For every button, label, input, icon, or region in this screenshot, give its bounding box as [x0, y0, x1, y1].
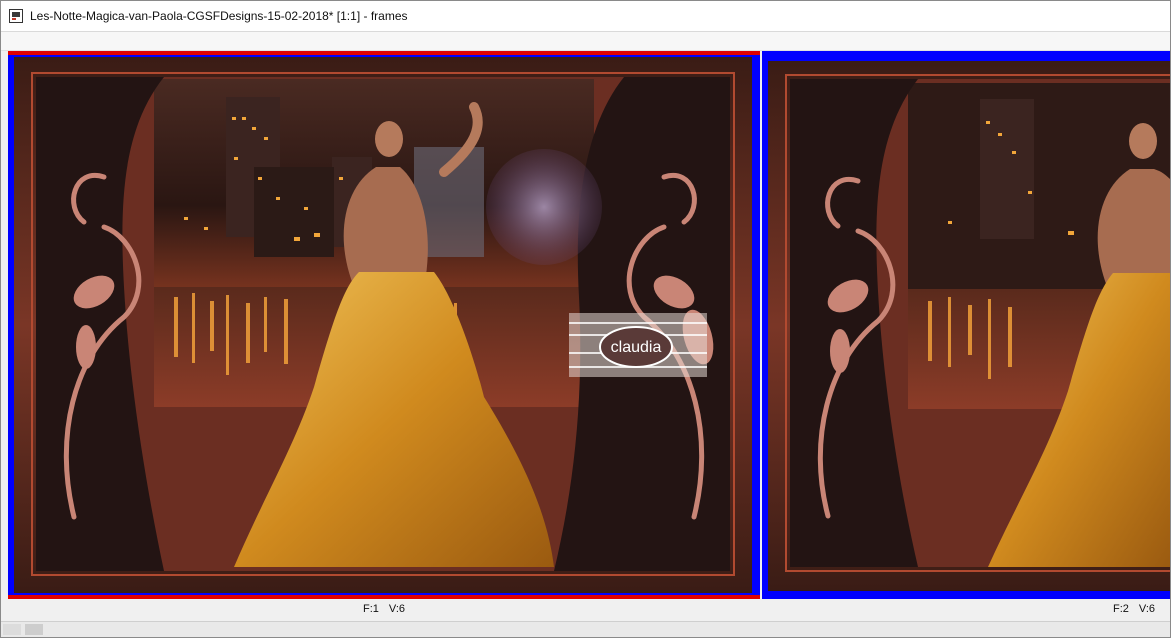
frame-1-image: claudia	[14, 57, 752, 593]
frame-1[interactable]: claudia	[8, 51, 760, 599]
frame-1-status: F:1 V:6	[363, 603, 415, 615]
frame-2-image	[768, 61, 1170, 591]
frame-2-artwork	[768, 61, 1170, 591]
watermark-logo: claudia	[569, 313, 707, 377]
frames-view: claudia	[8, 51, 1170, 599]
horizontal-scrollbar[interactable]	[1, 621, 1170, 637]
frame-2-label: F:2	[1113, 603, 1129, 615]
window-title: Les-Notte-Magica-van-Paola-CGSFDesigns-1…	[30, 9, 408, 23]
frame-1-version: V:6	[388, 603, 406, 615]
frame-1-artwork: claudia	[14, 57, 752, 593]
frame-2-version: V:6	[1138, 603, 1156, 615]
title-bar[interactable]: Les-Notte-Magica-van-Paola-CGSFDesigns-1…	[1, 1, 1170, 32]
frame-2-status: F:2 V:6	[1113, 603, 1165, 615]
scrollbar-thumb[interactable]	[25, 624, 43, 635]
frame-2[interactable]	[762, 51, 1170, 599]
image-file-icon	[9, 9, 23, 23]
frame-1-label: F:1	[363, 603, 379, 615]
toolbar-strip	[1, 32, 1170, 51]
status-bar: F:1 V:6 F:2 V:6	[1, 599, 1170, 621]
svg-text:claudia: claudia	[611, 339, 662, 356]
scroll-left-arrow-icon[interactable]	[3, 624, 21, 635]
app-window: Les-Notte-Magica-van-Paola-CGSFDesigns-1…	[0, 0, 1171, 638]
